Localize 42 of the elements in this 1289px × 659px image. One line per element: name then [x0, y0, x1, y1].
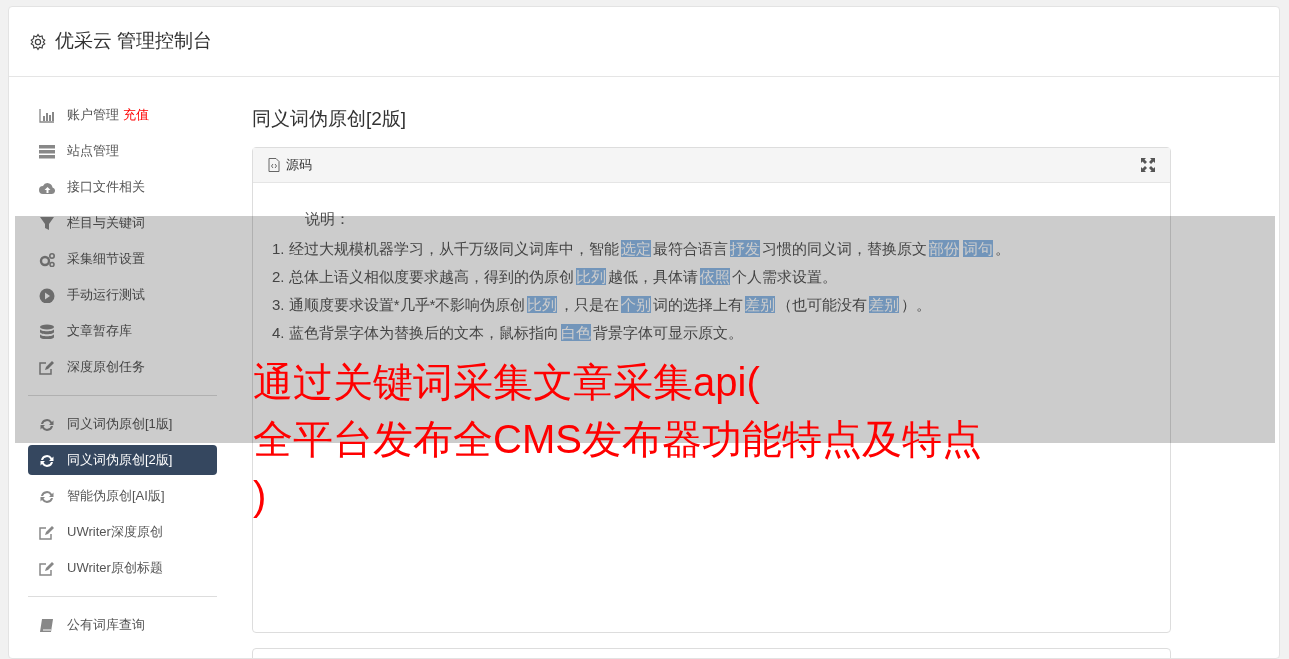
- expand-icon[interactable]: [1141, 158, 1155, 172]
- bar-chart-icon: [39, 107, 55, 123]
- sidebar-item[interactable]: 接口文件相关: [28, 172, 217, 202]
- sidebar-item[interactable]: 手动运行测试: [28, 280, 217, 310]
- sidebar-item[interactable]: UWriter深度原创: [28, 517, 217, 547]
- sidebar-item[interactable]: 智能伪原创[AI版]: [28, 481, 217, 511]
- sidebar-item[interactable]: 深度原创任务: [28, 352, 217, 382]
- sidebar-item[interactable]: UWriter原创标题: [28, 553, 217, 583]
- play-icon: [39, 287, 55, 303]
- book-icon: [39, 617, 55, 633]
- panel-title: 源码: [286, 156, 312, 175]
- database-icon: [39, 323, 55, 339]
- code-file-icon: [268, 158, 280, 172]
- console-title: 优采云 管理控制台: [55, 29, 213, 54]
- overlay-title: 全平台发布全CMS发布器功能特点及特点: [253, 416, 982, 463]
- sidebar-item[interactable]: 同义词伪原创[1版]: [28, 409, 217, 439]
- overlay-title: 通过关键词采集文章采集api(: [253, 359, 761, 406]
- gears-icon: [39, 251, 55, 267]
- filter-icon: [39, 215, 55, 231]
- refresh-icon: [39, 488, 55, 504]
- description-line: 1. 经过大规模机器学习，从千万级同义词库中，智能选定最符合语言抒发习惯的同义词，替换原文部份 词句。: [272, 239, 1011, 259]
- sidebar-item[interactable]: 账户管理 充值: [28, 100, 217, 130]
- edit-icon: [39, 560, 55, 576]
- sidebar-item[interactable]: 采集细节设置: [28, 244, 217, 274]
- description-heading: 说明：: [305, 209, 350, 229]
- recharge-link[interactable]: 充值: [123, 105, 149, 125]
- refresh-icon: [39, 416, 55, 432]
- sidebar-item[interactable]: 同义词伪原创[2版]: [28, 445, 217, 475]
- sidebar-item[interactable]: 文章暂存库: [28, 316, 217, 346]
- server-icon: [39, 143, 55, 159]
- overlay-title: ): [253, 473, 268, 520]
- description-line: 3. 通顺度要求设置*几乎*不影响伪原创 比列，只是在个别词的选择上有差别（也可能没有差别）。: [272, 295, 933, 315]
- edit-icon: [39, 359, 55, 375]
- description-line: 4. 蓝色背景字体为替换后的文本，鼠标指向 白色背景字体可显示原文。: [272, 323, 744, 343]
- page-title: 同义词伪原创[2版]: [252, 107, 408, 131]
- edit-icon: [39, 524, 55, 540]
- sidebar-item[interactable]: 栏目与关键词: [28, 208, 217, 238]
- refresh-icon: [39, 452, 55, 468]
- sidebar-item[interactable]: 公有词库查询: [28, 610, 217, 640]
- settings-icon: [29, 32, 47, 51]
- sidebar-item[interactable]: 站点管理: [28, 136, 217, 166]
- description-line: 2. 总体上语义相似度要求越高，得到的伪原创 比列越低，具体请依照个人需求设置。: [272, 267, 838, 287]
